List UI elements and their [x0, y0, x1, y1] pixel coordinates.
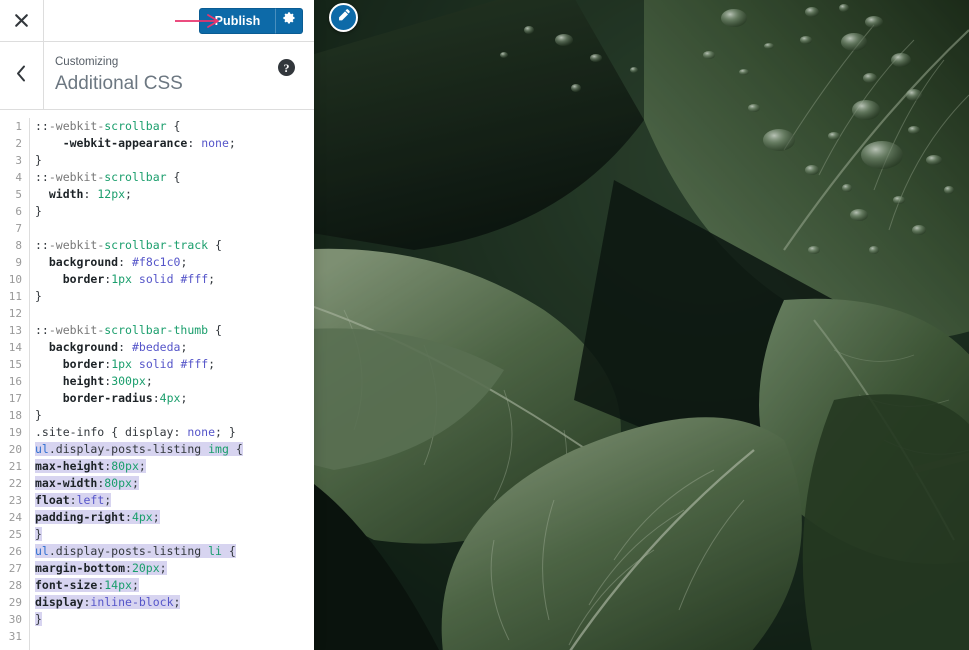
code-line[interactable]: } — [35, 203, 314, 220]
publish-group: Publish — [199, 7, 303, 34]
line-number: 9 — [15, 256, 22, 269]
code-line[interactable]: float:left; — [35, 492, 314, 509]
code-line[interactable]: display:inline-block; — [35, 594, 314, 611]
line-number: 14 — [8, 341, 22, 354]
line-number: 23 — [8, 494, 22, 507]
code-line[interactable]: } — [35, 152, 314, 169]
publish-button[interactable]: Publish — [199, 7, 276, 34]
topbar-actions: Publish — [44, 7, 314, 34]
line-number: 16 — [8, 375, 22, 388]
line-number: 5 — [15, 188, 22, 201]
panel-titles: Customizing Additional CSS ? — [44, 42, 314, 109]
code-line[interactable] — [35, 220, 314, 237]
line-number: 12 — [8, 307, 22, 320]
line-number: 24 — [8, 511, 22, 524]
back-button[interactable] — [0, 42, 44, 109]
line-number: 6 — [15, 205, 22, 218]
code-line[interactable]: ::-webkit-scrollbar-track { — [35, 237, 314, 254]
line-number: 2 — [15, 137, 22, 150]
code-line[interactable]: border:1px solid #fff; — [35, 356, 314, 373]
code-line[interactable]: padding-right:4px; — [35, 509, 314, 526]
pencil-edit-icon — [336, 8, 351, 28]
line-number: 3 — [15, 154, 22, 167]
code-line[interactable]: ul.display-posts-listing img { — [35, 441, 314, 458]
editor-code-area[interactable]: ::-webkit-scrollbar { -webkit-appearance… — [30, 118, 314, 650]
code-line[interactable]: } — [35, 407, 314, 424]
line-number: 11 — [8, 290, 22, 303]
code-line[interactable]: max-width:80px; — [35, 475, 314, 492]
code-line[interactable]: margin-bottom:20px; — [35, 560, 314, 577]
line-number: 20 — [8, 443, 22, 456]
gear-icon — [282, 11, 296, 30]
line-number: 19 — [8, 426, 22, 439]
line-number: 31 — [8, 630, 22, 643]
close-icon — [14, 13, 29, 28]
editor-line-numbers: 1 2 3 4 5 6 7 8 9 10 11 12 13 14 15 16 17 18 19 20 21 22 23 24 2… — [0, 118, 30, 650]
code-line[interactable]: max-height:80px; — [35, 458, 314, 475]
line-number: 15 — [8, 358, 22, 371]
chevron-left-icon — [15, 65, 28, 87]
line-number: 8 — [15, 239, 22, 252]
line-number: 10 — [8, 273, 22, 286]
line-number: 13 — [8, 324, 22, 337]
customizer-topbar: Publish — [0, 0, 314, 42]
preview-leaf-image — [314, 0, 969, 650]
code-line[interactable]: border-radius:4px; — [35, 390, 314, 407]
code-line[interactable]: ::-webkit-scrollbar { — [35, 169, 314, 186]
page-title: Additional CSS — [55, 72, 183, 94]
line-number: 17 — [8, 392, 22, 405]
code-line[interactable]: height:300px; — [35, 373, 314, 390]
code-line[interactable]: -webkit-appearance: none; — [35, 135, 314, 152]
line-number: 25 — [8, 528, 22, 541]
line-number: 1 — [15, 120, 22, 133]
code-line[interactable]: font-size:14px; — [35, 577, 314, 594]
line-number: 18 — [8, 409, 22, 422]
code-line[interactable]: background: #bededa; — [35, 339, 314, 356]
site-preview[interactable] — [314, 0, 969, 650]
breadcrumb: Customizing — [55, 55, 119, 68]
code-line[interactable] — [35, 305, 314, 322]
line-number: 29 — [8, 596, 22, 609]
panel-header: Customizing Additional CSS ? — [0, 42, 314, 110]
code-line[interactable]: } — [35, 611, 314, 628]
publish-settings-button[interactable] — [275, 7, 303, 34]
line-number: 4 — [15, 171, 22, 184]
edit-shortcut-button[interactable] — [329, 3, 358, 32]
line-number: 22 — [8, 477, 22, 490]
css-editor[interactable]: 1 2 3 4 5 6 7 8 9 10 11 12 13 14 15 16 17 18 19 20 21 22 23 24 2… — [0, 110, 314, 650]
help-icon[interactable]: ? — [278, 59, 295, 76]
code-line[interactable]: border:1px solid #fff; — [35, 271, 314, 288]
code-line[interactable]: ul.display-posts-listing li { — [35, 543, 314, 560]
close-button[interactable] — [0, 0, 44, 41]
line-number: 28 — [8, 579, 22, 592]
customizer-app: Publish Customizing Additional CSS ? 1 2… — [0, 0, 969, 650]
code-line[interactable]: } — [35, 288, 314, 305]
code-line[interactable]: width: 12px; — [35, 186, 314, 203]
customizer-sidebar: Publish Customizing Additional CSS ? 1 2… — [0, 0, 314, 650]
code-line[interactable]: ::-webkit-scrollbar { — [35, 118, 314, 135]
code-line[interactable]: ::-webkit-scrollbar-thumb { — [35, 322, 314, 339]
code-line[interactable] — [35, 628, 314, 645]
line-number: 21 — [8, 460, 22, 473]
line-number: 7 — [15, 222, 22, 235]
line-number: 27 — [8, 562, 22, 575]
code-line[interactable]: background: #f8c1c0; — [35, 254, 314, 271]
code-line[interactable]: } — [35, 526, 314, 543]
code-line[interactable]: .site-info { display: none; } — [35, 424, 314, 441]
line-number: 30 — [8, 613, 22, 626]
line-number: 26 — [8, 545, 22, 558]
